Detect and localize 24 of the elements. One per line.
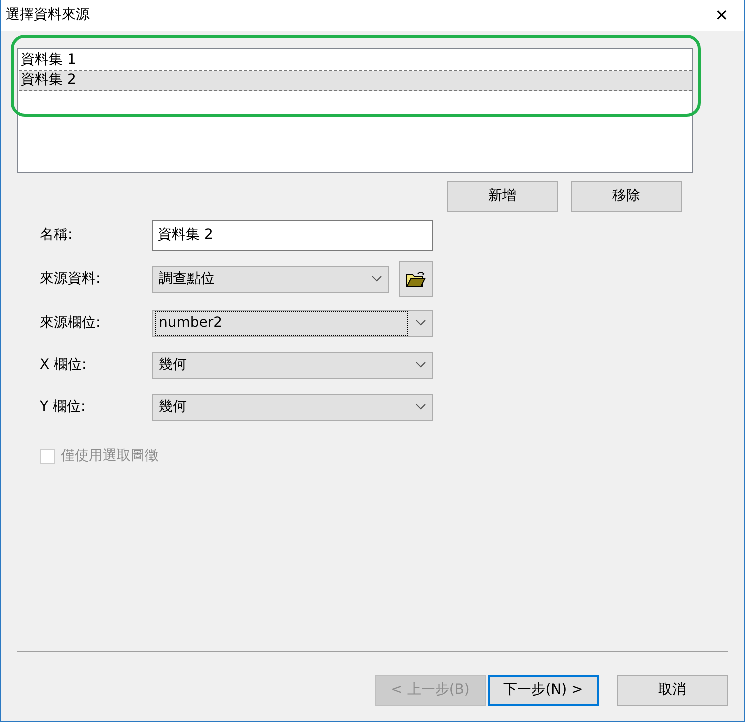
list-button[interactable]: 新增 xyxy=(447,181,558,212)
field-label: X 欄位: xyxy=(40,356,88,374)
chevron-icon xyxy=(416,320,426,326)
folder-button[interactable] xyxy=(399,261,433,297)
window-title: 選擇資料來源 xyxy=(6,6,90,25)
field-label: 來源欄位: xyxy=(40,314,102,332)
field-label: Y 欄位: xyxy=(40,398,87,416)
dropdown[interactable]: 調查點位 xyxy=(152,266,389,292)
wizard-button[interactable]: 下一步(N) > xyxy=(488,675,599,706)
field-label: 名稱: xyxy=(40,226,74,244)
folder-icon xyxy=(406,270,426,288)
text-field[interactable]: 資料集 2 xyxy=(152,220,433,250)
dataset-list[interactable]: 資料集 1 資料集 2 xyxy=(17,48,693,173)
checkbox-label: 僅使用選取圖徵 xyxy=(61,447,159,466)
list-button[interactable]: 移除 xyxy=(571,181,682,212)
dropdown[interactable]: 幾何 xyxy=(152,352,433,378)
list-item[interactable]: 資料集 2 xyxy=(19,71,692,91)
field-label: 來源資料: xyxy=(40,270,102,288)
dropdown[interactable]: number2 xyxy=(152,310,433,336)
chevron-icon xyxy=(416,362,426,368)
chevron-icon xyxy=(372,276,382,282)
chevron-icon xyxy=(416,404,426,410)
dropdown[interactable]: 幾何 xyxy=(152,394,433,420)
wizard-button[interactable]: 取消 xyxy=(617,675,728,706)
